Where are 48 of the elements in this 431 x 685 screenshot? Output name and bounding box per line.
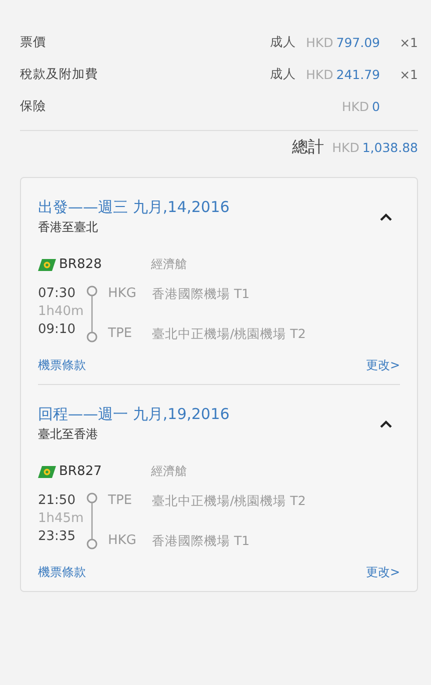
total-amount: 1,038.88 [362,140,418,155]
fare-amount: 0 [372,98,380,114]
cabin-class: 經濟艙 [151,463,187,480]
cabin-class: 經濟艙 [151,256,187,273]
airline-logo-icon [38,258,56,272]
route-text: 臺北至香港 [38,426,99,443]
passenger-count: ×1 [398,66,418,82]
collapse-chevron-icon[interactable] [380,420,392,428]
arrival-time: 09:10 [38,321,76,339]
airport-code: HKG [108,532,138,550]
fare-rules-link[interactable]: 機票條款 [38,564,86,581]
passenger-type: 成人 [270,34,296,50]
segment-title: 出發——週三 九月,14,2016 [38,198,231,217]
route-line-icon [86,492,98,550]
airport-name: 臺北中正機場/桃園機場 T2 [152,325,306,343]
flight-duration: 1h45m [38,510,85,528]
flight-number: BR827 [59,464,103,479]
fare-amount: 241.79 [336,66,380,82]
airport-name: 香港國際機場 T1 [152,285,250,303]
passenger-count: ×1 [398,34,418,50]
fare-label: 票價 [20,34,47,50]
fare-rules-link[interactable]: 機票條款 [38,357,86,374]
currency: HKD [342,98,370,114]
airport-name: 香港國際機場 T1 [152,532,250,550]
change-link[interactable]: 更改> [366,564,400,581]
fare-label: 稅款及附加費 [20,66,99,82]
total-label: 總計 [292,137,324,158]
flight-duration: 1h40m [38,303,85,321]
airline-logo-icon [38,464,56,478]
route-text: 香港至臺北 [38,219,99,236]
departure-time: 21:50 [38,492,76,510]
change-link[interactable]: 更改> [366,357,400,374]
arrival-time: 23:35 [38,528,76,546]
airport-code: TPE [108,492,133,510]
airport-code: HKG [108,285,138,303]
currency: HKD [306,34,334,50]
departure-time: 07:30 [38,285,76,303]
collapse-chevron-icon[interactable] [380,213,392,221]
passenger-type: 成人 [270,66,296,82]
flight-number: BR828 [59,257,103,272]
fare-amount: 797.09 [336,34,380,50]
fare-label: 保險 [20,98,47,114]
airport-code: TPE [108,325,133,343]
airport-name: 臺北中正機場/桃園機場 T2 [152,492,306,510]
segment-title: 回程——週一 九月,19,2016 [38,405,231,424]
currency: HKD [332,140,360,155]
currency: HKD [306,66,334,82]
route-line-icon [86,285,98,343]
